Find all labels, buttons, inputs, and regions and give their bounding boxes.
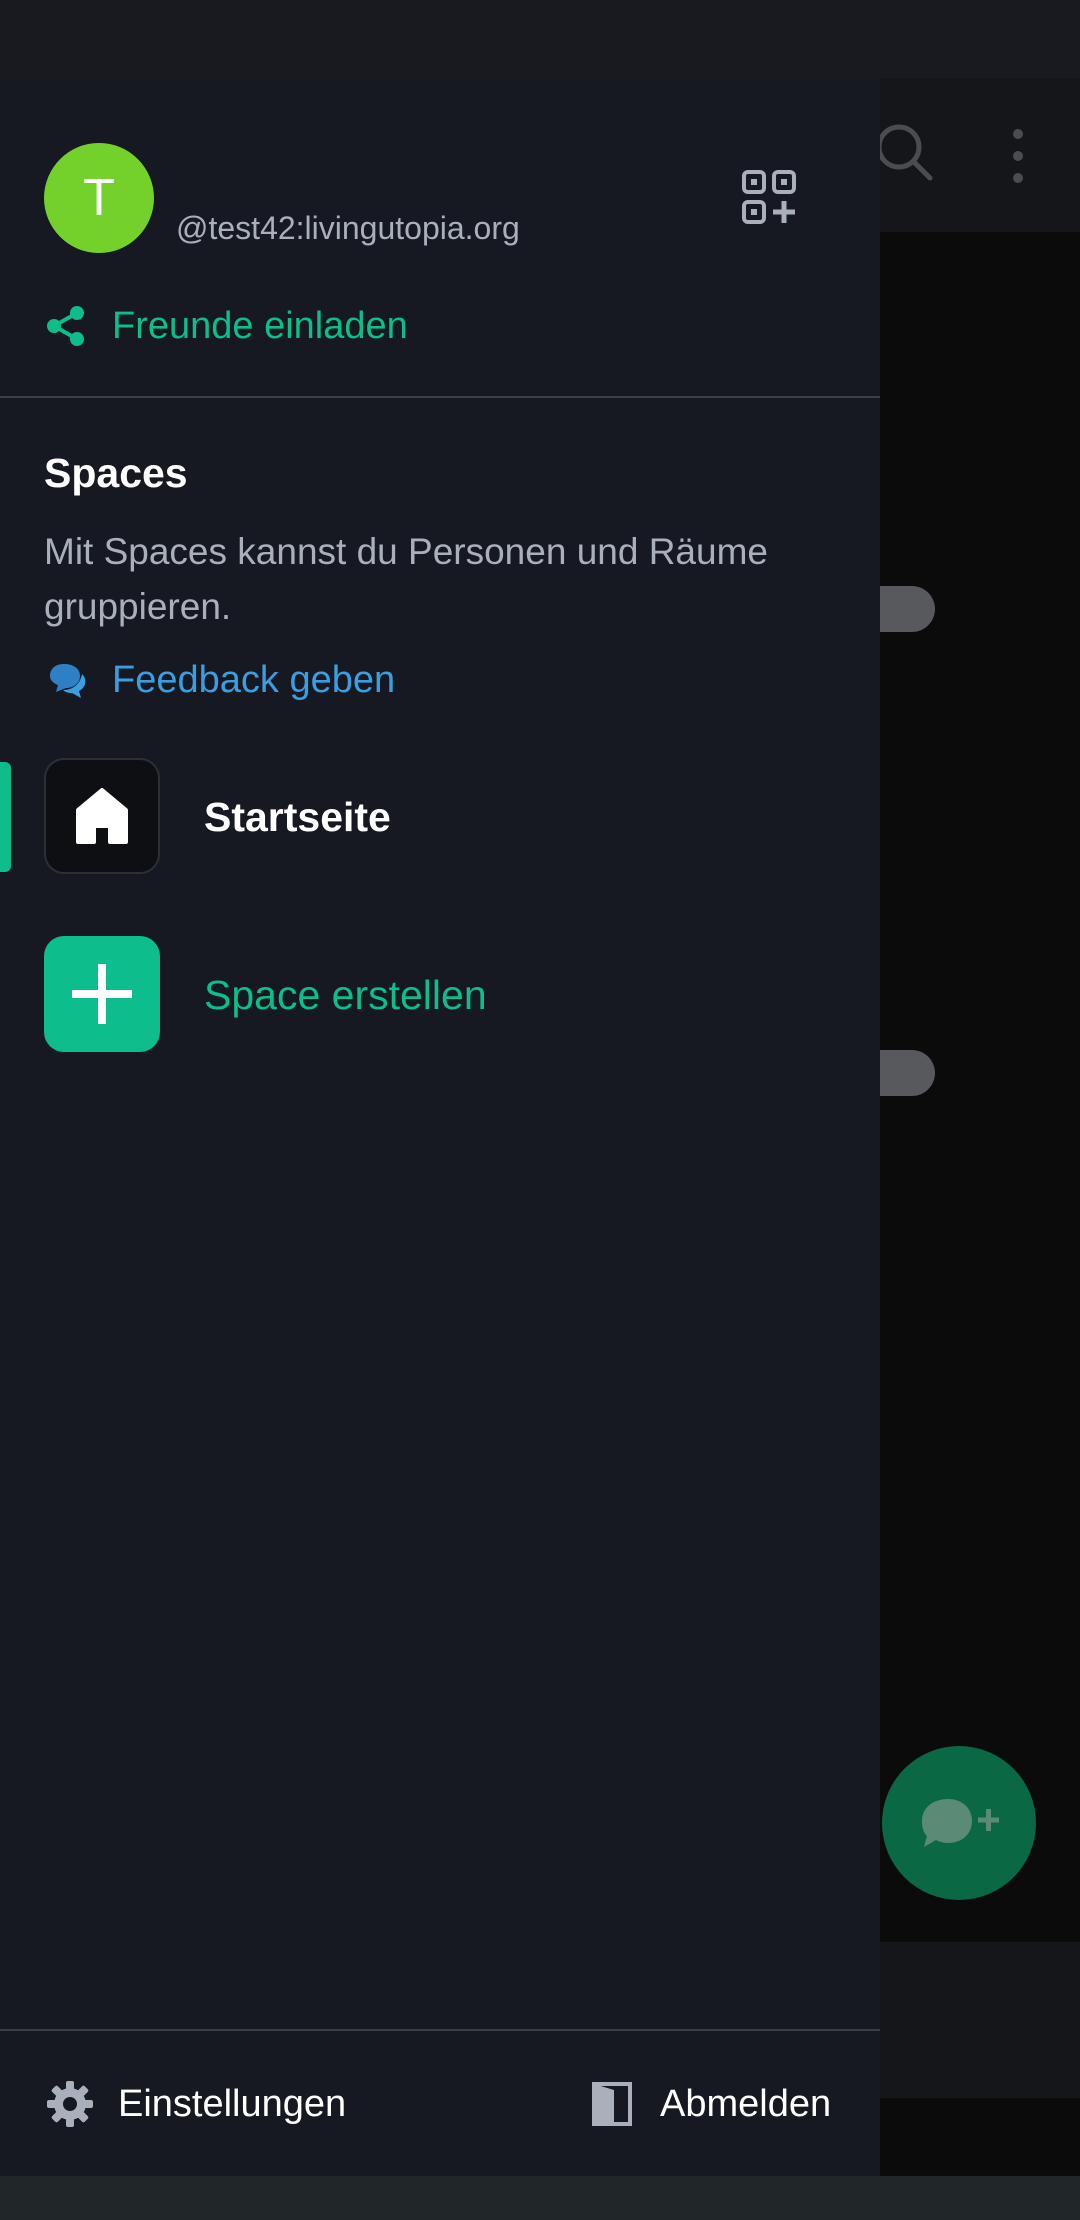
feedback-button[interactable]: Feedback geben: [44, 652, 395, 708]
new-chat-fab: [882, 1746, 1036, 1900]
divider: [0, 2029, 880, 2031]
create-space-tile: [44, 936, 160, 1052]
space-item-label: Startseite: [204, 794, 391, 840]
system-navigation-bar: [0, 2176, 1080, 2220]
space-item-label: Space erstellen: [204, 972, 487, 1018]
user-id: @test42:livingutopia.org: [176, 210, 520, 246]
invite-friends-label: Freunde einladen: [112, 304, 408, 347]
avatar-initial: T: [83, 169, 115, 227]
navigation-drawer: T @test42:livingutopia.org Freunde einla…: [0, 78, 880, 2176]
spaces-description: Mit Spaces kannst du Personen und Räume …: [44, 531, 768, 627]
avatar[interactable]: T: [44, 143, 154, 253]
active-indicator: [0, 762, 11, 872]
invite-friends-button[interactable]: Freunde einladen: [44, 298, 408, 354]
home-icon: [76, 788, 128, 844]
qr-code-add-icon[interactable]: [740, 168, 800, 228]
home-tile: [44, 758, 160, 874]
logout-door-icon: [586, 2078, 638, 2130]
logout-label: Abmelden: [660, 2082, 832, 2125]
gear-icon: [44, 2078, 96, 2130]
feedback-icon: [44, 654, 96, 706]
create-space-button[interactable]: Space erstellen: [0, 936, 880, 1056]
new-chat-icon: [922, 1799, 999, 1847]
logout-button[interactable]: Abmelden: [586, 2074, 831, 2134]
space-item-home[interactable]: Startseite: [0, 758, 880, 878]
settings-button[interactable]: Einstellungen: [44, 2074, 346, 2134]
search-icon: [876, 124, 933, 181]
status-bar: [0, 0, 1080, 78]
share-icon: [44, 300, 96, 352]
plus-icon: [72, 964, 132, 1024]
feedback-label: Feedback geben: [112, 658, 396, 701]
spaces-title: Spaces: [44, 450, 188, 496]
divider: [0, 396, 880, 398]
settings-label: Einstellungen: [118, 2082, 347, 2125]
more-vert-icon: [1013, 129, 1023, 183]
